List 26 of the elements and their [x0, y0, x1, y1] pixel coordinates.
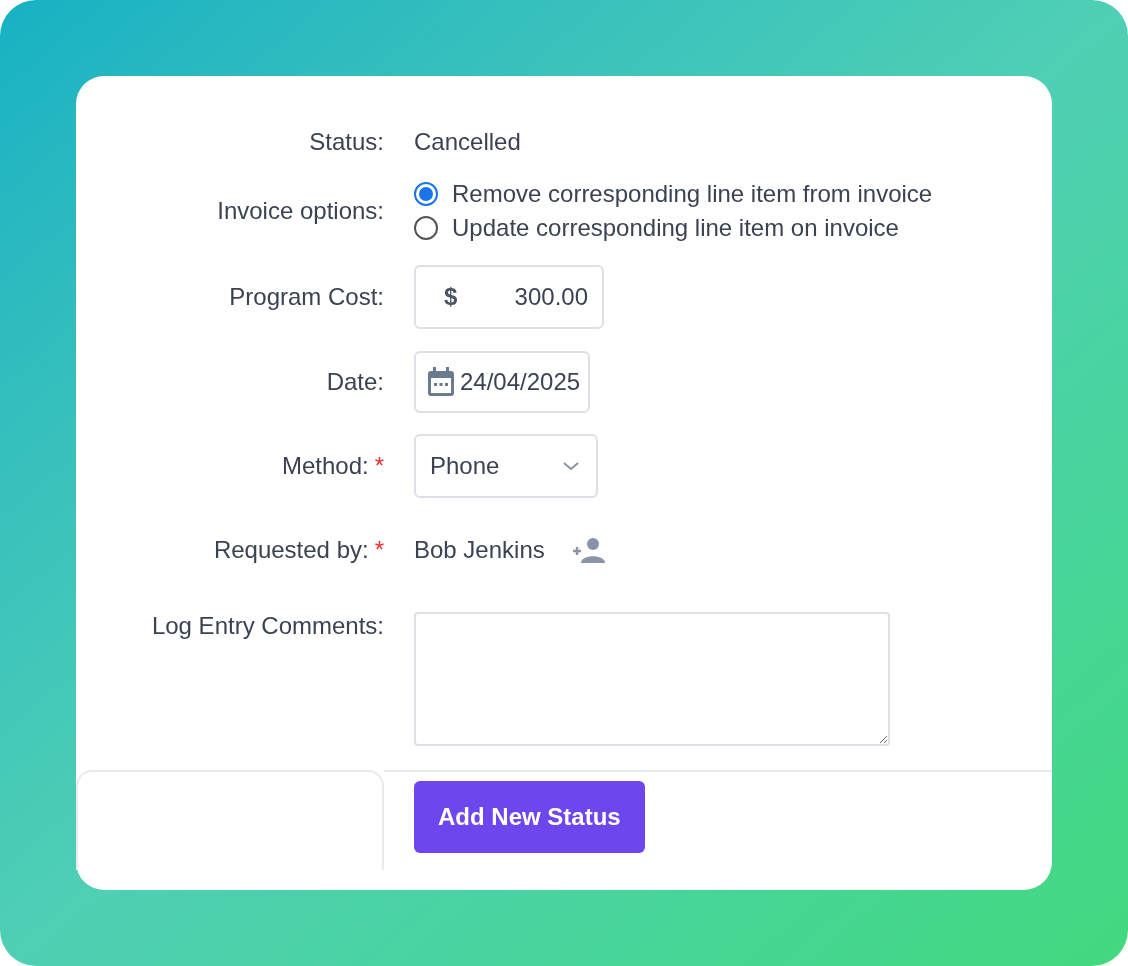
add-person-icon[interactable] — [570, 537, 605, 563]
status-value: Cancelled — [414, 127, 521, 157]
field-label: Log Entry Comments: — [151, 611, 384, 641]
field-label: Method: — [281, 451, 369, 481]
method-dropdown[interactable]: Phone — [414, 434, 598, 498]
required-mark: * — [374, 451, 384, 481]
cost-field[interactable]: $ 300.00 — [414, 265, 604, 329]
field-label: Date: — [326, 367, 384, 397]
requester-name: Bob Jenkins — [414, 535, 545, 565]
radio-button[interactable] — [414, 182, 438, 206]
calendar-icon — [426, 366, 456, 398]
comments-field[interactable] — [414, 612, 890, 746]
add-new-status-button[interactable]: Add New Status — [414, 781, 645, 853]
required-mark: * — [374, 535, 384, 565]
currency-symbol: $ — [443, 282, 458, 312]
field-label: Program Cost: — [229, 282, 384, 312]
radio-option[interactable]: Remove corresponding line item from invoice — [414, 179, 1052, 209]
date-field[interactable]: 24/04/2025 — [414, 351, 591, 413]
radio-button[interactable] — [414, 216, 438, 240]
date-value: 24/04/2025 — [460, 367, 581, 397]
field-label: Status: — [309, 127, 384, 157]
field-label: Requested by: — [213, 535, 369, 565]
cost-value: 300.00 — [514, 282, 588, 312]
chevron-down-icon — [562, 461, 580, 471]
radio-option[interactable]: Update corresponding line item on invoice — [414, 213, 1052, 243]
field-label: Invoice options: — [217, 196, 384, 226]
